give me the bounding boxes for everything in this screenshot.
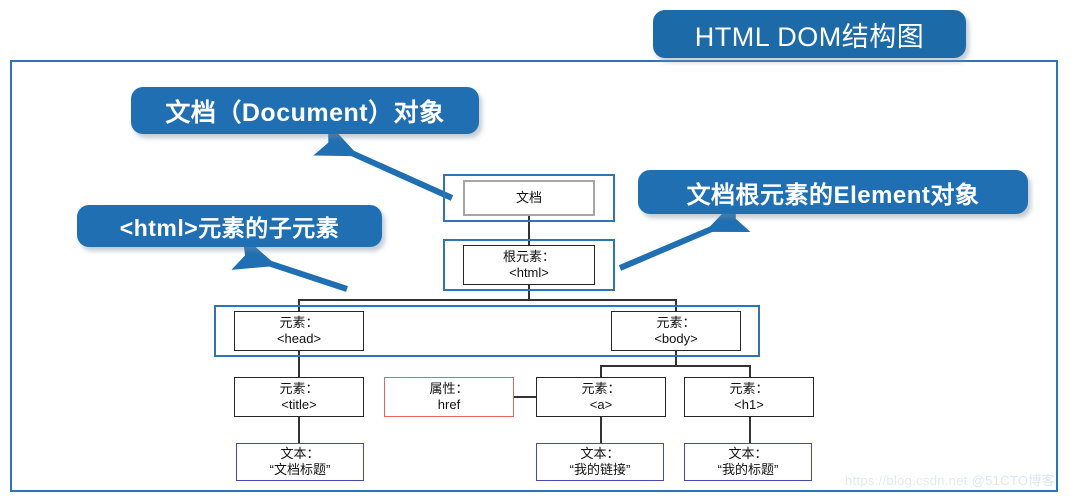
dom-structure-diagram: 文档 根元素： <html> 元素： <head> 元素： <body> 元素：… <box>0 0 1071 500</box>
watermark-source: @51CTO博客 <box>971 473 1055 488</box>
node-head: 元素： <head> <box>234 311 364 351</box>
callout-root-element-object: 文档根元素的Element对象 <box>638 170 1028 214</box>
node-text-my-link-line1: 文本： <box>580 445 620 461</box>
node-heading1-line2: <h1> <box>734 397 764 412</box>
node-title-line2: <title> <box>281 397 317 412</box>
diagram-title: HTML DOM结构图 <box>653 10 966 58</box>
node-body: 元素： <body> <box>611 311 741 351</box>
node-text-document-title-line1: 文本： <box>280 445 320 461</box>
node-document-line1: 文档 <box>515 189 542 205</box>
watermark: https://blog.csdn.net @51CTO博客 <box>845 470 1055 489</box>
node-anchor: 元素： <a> <box>536 377 666 417</box>
connector-html-bus <box>298 299 676 301</box>
node-text-my-link: 文本： “我的链接” <box>536 443 664 481</box>
connector-title-text <box>298 417 300 445</box>
node-text-my-heading: 文本： “我的标题” <box>684 443 812 481</box>
node-text-my-link-line2: “我的链接” <box>569 462 631 477</box>
node-document: 文档 <box>463 180 595 216</box>
node-anchor-line2: <a> <box>589 397 613 412</box>
connector-body-bus <box>600 365 750 367</box>
node-body-line1: 元素： <box>656 314 696 330</box>
node-attribute-href-line2: href <box>437 397 461 412</box>
callout-html-child-elements: <html>元素的子元素 <box>77 205 382 247</box>
node-text-document-title-line2: “文档标题” <box>269 462 331 477</box>
node-title-line1: 元素： <box>279 380 319 396</box>
connector-h1-text <box>749 417 751 445</box>
node-heading1: 元素： <h1> <box>684 377 814 417</box>
watermark-url: https://blog.csdn.net <box>845 473 968 488</box>
connector-anchor-text <box>600 417 602 445</box>
node-root-html: 根元素： <html> <box>463 245 595 285</box>
node-text-my-heading-line1: 文本： <box>728 445 768 461</box>
node-head-line2: <head> <box>276 331 322 346</box>
node-text-document-title: 文本： “文档标题” <box>236 443 364 481</box>
node-root-html-line2: <html> <box>509 265 549 280</box>
callout-document-object: 文档（Document）对象 <box>131 87 479 134</box>
node-title: 元素： <title> <box>234 377 364 417</box>
node-anchor-line1: 元素： <box>581 380 621 396</box>
node-head-line1: 元素： <box>279 314 319 330</box>
node-attribute-href: 属性： href <box>384 377 514 417</box>
node-body-line2: <body> <box>654 331 698 346</box>
node-text-my-heading-line2: “我的标题” <box>717 462 779 477</box>
node-heading1-line1: 元素： <box>729 380 769 396</box>
connector-href-anchor <box>513 396 538 398</box>
node-attribute-href-line1: 属性： <box>429 380 469 396</box>
node-root-html-line1: 根元素： <box>502 248 555 264</box>
